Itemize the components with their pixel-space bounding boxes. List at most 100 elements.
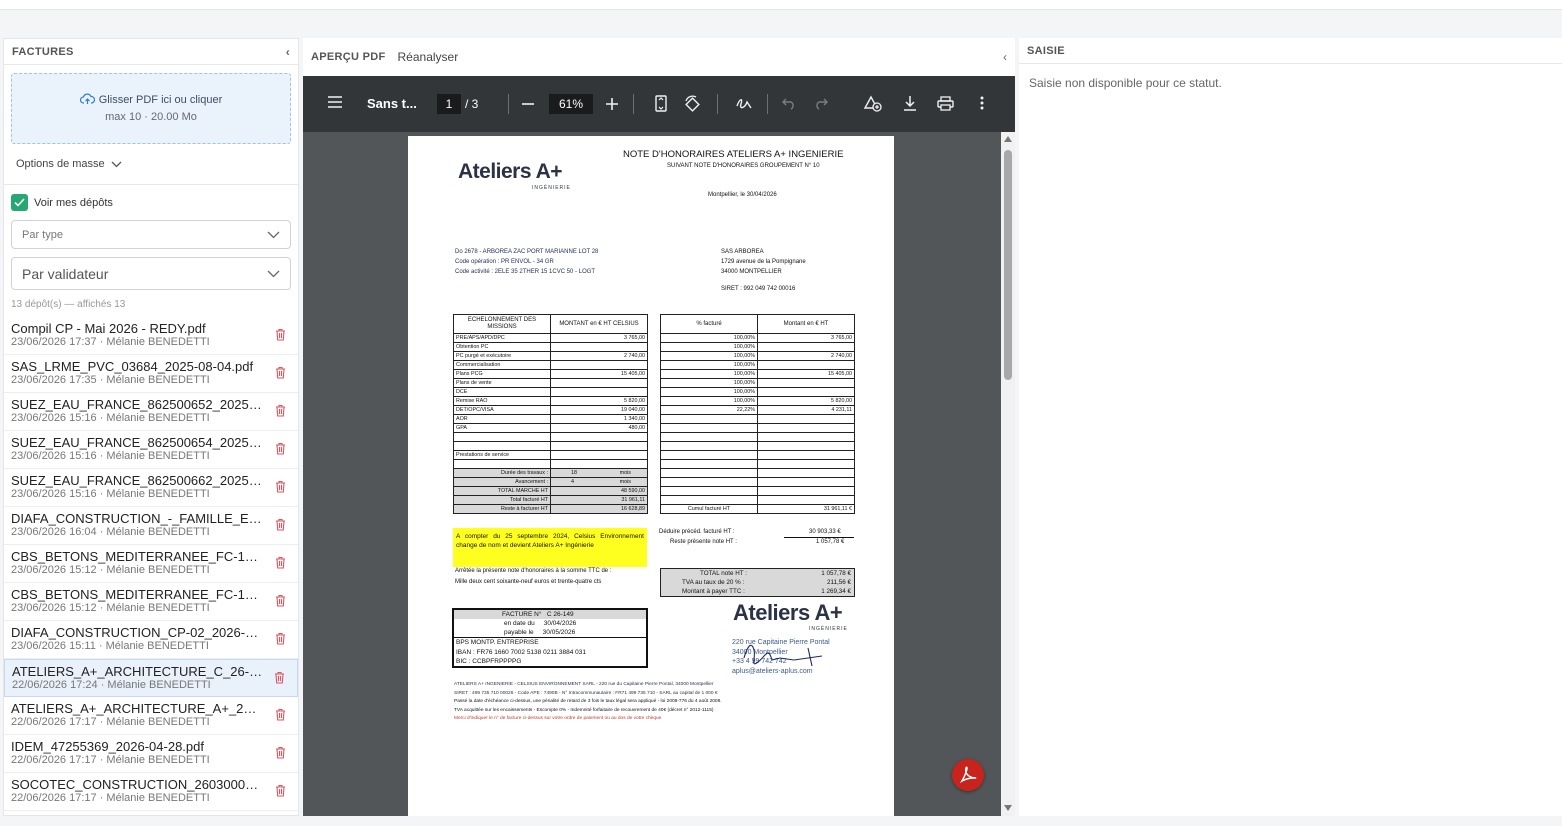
more-options-icon[interactable] <box>980 96 984 110</box>
invoice-upload-meta: 23/06/2026 15:12 · Mélanie BENEDETTI <box>11 602 210 614</box>
trash-icon[interactable] <box>275 328 286 341</box>
invoice-list-item[interactable]: SOCOTEC_CONSTRUCTION_26030002... 22/06/2… <box>4 773 298 811</box>
show-mine-checkbox[interactable] <box>11 194 28 211</box>
show-mine-row[interactable]: Voir mes dépôts <box>11 194 298 211</box>
invoice-file-name: CBS_BETONS_MEDITERRANEE_FC-154... <box>11 549 263 564</box>
total-row: TOTAL note HT :1 057,78 € <box>700 570 851 577</box>
download-icon[interactable] <box>903 95 917 111</box>
client-line: 1729 avenue de la Pompignane <box>721 259 806 265</box>
scroll-up-icon[interactable] <box>1004 136 1012 142</box>
pdf-scrollbar[interactable] <box>1001 132 1015 816</box>
billed-table-row <box>660 459 855 469</box>
bank-details: BPS MONTP. ENTREPRISE IBAN : FR76 1660 7… <box>456 639 586 665</box>
invoice-list-item[interactable]: ATELIERS_A+_ARCHITECTURE_A+_26-2... 22/0… <box>4 697 298 735</box>
invoice-list-item[interactable]: SUEZ_EAU_FRANCE_862500654_2025-... 23/06… <box>4 431 298 469</box>
project-line: Code opération : PR ENVOL - 34 GR <box>455 259 554 265</box>
redo-icon[interactable] <box>814 96 828 110</box>
collapse-factures-icon[interactable]: ‹ <box>286 45 290 59</box>
type-filter-value: Par type <box>22 228 63 241</box>
divider <box>4 184 298 185</box>
preview-panel: APERÇU PDF Réanalyser ‹ Sans t... 1 / 3 … <box>303 38 1015 816</box>
invoice-list-item[interactable]: CBS_BETONS_MEDITERRANEE_FC-154... 23/06/… <box>4 583 298 621</box>
invoice-list-item[interactable]: ATELIERS_A+_ARCHITECTURE_C_26-14... 22/0… <box>4 659 298 697</box>
trash-icon[interactable] <box>275 632 286 645</box>
add-shape-icon[interactable] <box>864 95 883 113</box>
invoice-date-row: en date du 30/04/2026 <box>504 620 577 627</box>
saisie-header: SAISIE <box>1019 38 1562 64</box>
billed-table-row: 100,00% 3 765,00 <box>660 333 855 343</box>
scroll-down-icon[interactable] <box>1004 805 1012 811</box>
footer-logo: Ateliers A+ <box>733 600 843 625</box>
missions-table-row: Commercialisation <box>453 360 648 370</box>
missions-table-row: DCE <box>453 387 648 397</box>
print-icon[interactable] <box>937 96 954 111</box>
missions-table-row: GPA 480,00 <box>453 423 648 433</box>
invoice-list-item[interactable]: SUEZ_EAU_FRANCE_862500652_2025-... 23/06… <box>4 393 298 431</box>
pdf-viewer[interactable]: Ateliers A+ INGÉNIERIE NOTE D'HONORAIRES… <box>303 132 1015 816</box>
billed-table-row <box>660 468 855 478</box>
chevron-down-icon <box>267 231 280 238</box>
client-line: SAS ARBOREA <box>721 249 764 255</box>
scroll-thumb[interactable] <box>1004 150 1012 380</box>
missions-summary-row: Reste à facturer HT 16 628,89 <box>453 504 648 514</box>
invoice-list-item[interactable]: Compil CP - Mai 2026 - REDY.pdf 23/06/20… <box>4 317 298 355</box>
dropzone-title: Glisser PDF ici ou cliquer <box>98 94 223 106</box>
trash-icon[interactable] <box>275 518 286 531</box>
invoice-list-item[interactable]: SAS_LRME_PVC_03684_2025-08-04.pdf 23/06/… <box>4 355 298 393</box>
invoice-file-name: CBS_BETONS_MEDITERRANEE_FC-154... <box>11 587 263 602</box>
mass-options-toggle[interactable]: Options de masse <box>16 158 298 170</box>
rotate-icon[interactable] <box>684 95 702 112</box>
billed-table-row: 100,00% <box>660 387 855 397</box>
invoice-upload-meta: 23/06/2026 16:04 · Mélanie BENEDETTI <box>11 526 210 538</box>
invoice-upload-meta: 23/06/2026 15:16 · Mélanie BENEDETTI <box>11 412 210 424</box>
fit-page-icon[interactable] <box>655 95 667 112</box>
zoom-in-icon[interactable] <box>606 98 618 110</box>
zoom-level-input[interactable]: 61% <box>549 94 593 114</box>
saisie-title: SAISIE <box>1027 44 1065 57</box>
bottom-bar <box>0 816 1562 826</box>
trash-icon[interactable] <box>275 594 286 607</box>
undo-icon[interactable] <box>782 96 796 110</box>
invoice-list-item[interactable]: DIAFA_CONSTRUCTION_CP-02_2026-0... 23/06… <box>4 621 298 659</box>
billed-table-row <box>660 414 855 424</box>
missions-table-header: ECHELONNEMENT DES MISSIONS MONTANT en € H… <box>453 314 648 334</box>
project-line: Code activité : 2ELE 35 2THER 15 1CVC 50… <box>455 269 596 275</box>
missions-table-row: PC purgé et exécutoire 2 740,00 <box>453 351 648 361</box>
top-bar <box>0 0 1562 10</box>
trash-icon[interactable] <box>274 671 285 684</box>
zoom-out-icon[interactable] <box>522 98 534 110</box>
trash-icon[interactable] <box>275 480 286 493</box>
page-number-input[interactable]: 1 <box>437 94 461 114</box>
menu-icon[interactable] <box>327 96 343 108</box>
preview-header: APERÇU PDF Réanalyser ‹ <box>303 38 1015 75</box>
reanalyse-button[interactable]: Réanalyser <box>398 50 459 64</box>
invoice-list-item[interactable]: SUEZ_EAU_FRANCE_862500662_2025-... 23/06… <box>4 469 298 507</box>
trash-icon[interactable] <box>275 404 286 417</box>
trash-icon[interactable] <box>275 784 286 797</box>
missions-table-row: Obtention PC <box>453 342 648 352</box>
invoice-file-name: IDEM_47255369_2026-04-28.pdf <box>11 739 204 754</box>
validator-filter-value: Par validateur <box>22 265 109 282</box>
trash-icon[interactable] <box>275 442 286 455</box>
invoice-list-item[interactable]: CBS_BETONS_MEDITERRANEE_FC-154... 23/06/… <box>4 545 298 583</box>
legal-footer: ATELIERS A+ INGENIERIE - CELSIUS ENVIRON… <box>454 682 722 722</box>
trash-icon[interactable] <box>275 366 286 379</box>
invoice-upload-meta: 23/06/2026 15:12 · Mélanie BENEDETTI <box>11 564 210 576</box>
type-filter-select[interactable]: Par type <box>11 220 291 249</box>
billed-table-row: 22,22% 4 231,11 <box>660 405 855 415</box>
invoice-upload-meta: 22/06/2026 17:24 · Mélanie BENEDETTI <box>12 679 211 691</box>
trash-icon[interactable] <box>275 708 286 721</box>
draw-annotation-icon[interactable] <box>735 96 753 111</box>
client-info: SAS ARBOREA 1729 avenue de la Pompignane… <box>721 247 806 277</box>
trash-icon[interactable] <box>275 746 286 759</box>
pdf-dropzone[interactable]: Glisser PDF ici ou cliquer max 10 · 20.0… <box>11 73 291 144</box>
deduct-label: Déduire précéd. facturé HT : <box>659 529 735 535</box>
invoice-list-item[interactable]: IDEM_47255369_2026-04-28.pdf 22/06/2026 … <box>4 735 298 773</box>
invoice-list-item[interactable]: DIAFA_CONSTRUCTION_-_FAMILLE_EA_... 23/0… <box>4 507 298 545</box>
trash-icon[interactable] <box>275 556 286 569</box>
billed-table-row <box>660 423 855 433</box>
validator-filter-select[interactable]: Par validateur <box>11 257 291 290</box>
invoice-file-name: SUEZ_EAU_FRANCE_862500662_2025-... <box>11 473 263 488</box>
collapse-preview-icon[interactable]: ‹ <box>1003 50 1007 64</box>
acrobat-icon[interactable] <box>952 759 984 791</box>
